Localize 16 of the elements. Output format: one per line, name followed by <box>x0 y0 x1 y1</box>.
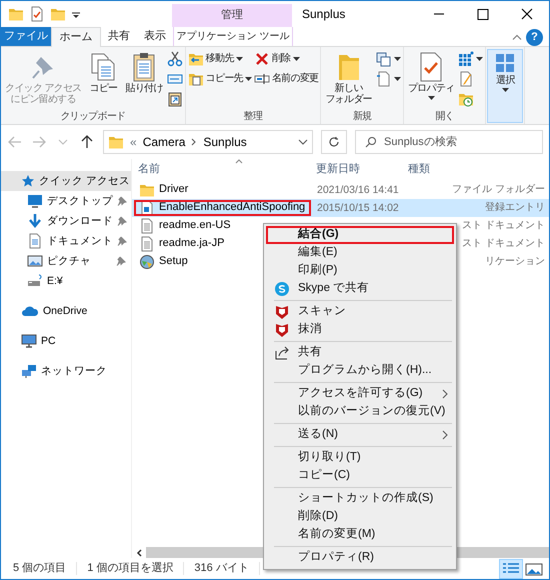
group-label: 開く <box>434 111 455 123</box>
type-cell-text: リケーション <box>484 255 546 269</box>
type-cell-text: ファイル フォルダー <box>451 183 546 197</box>
date-cell-text: 2015/10/15 14:02 <box>317 200 400 216</box>
group-label: 整理 <box>242 111 264 123</box>
type-cell-text: 登録エントリ <box>484 201 546 215</box>
group-label: クリップボード <box>59 111 126 123</box>
type-cell-text: スト ドキュメント <box>461 219 546 233</box>
window-title: Sunplus <box>301 6 346 23</box>
status-text: 316 バイト <box>194 562 260 576</box>
group-label: 新規 <box>352 111 372 123</box>
type-cell-text: スト ドキュメント <box>461 237 546 251</box>
date-cell-text: 2021/03/16 14:41 <box>317 182 400 198</box>
context-tab-group-label: 管理 <box>172 4 292 27</box>
status-text: 1 個の項目を選択 <box>87 562 184 576</box>
status-text: 5 個の項目 <box>13 562 78 576</box>
